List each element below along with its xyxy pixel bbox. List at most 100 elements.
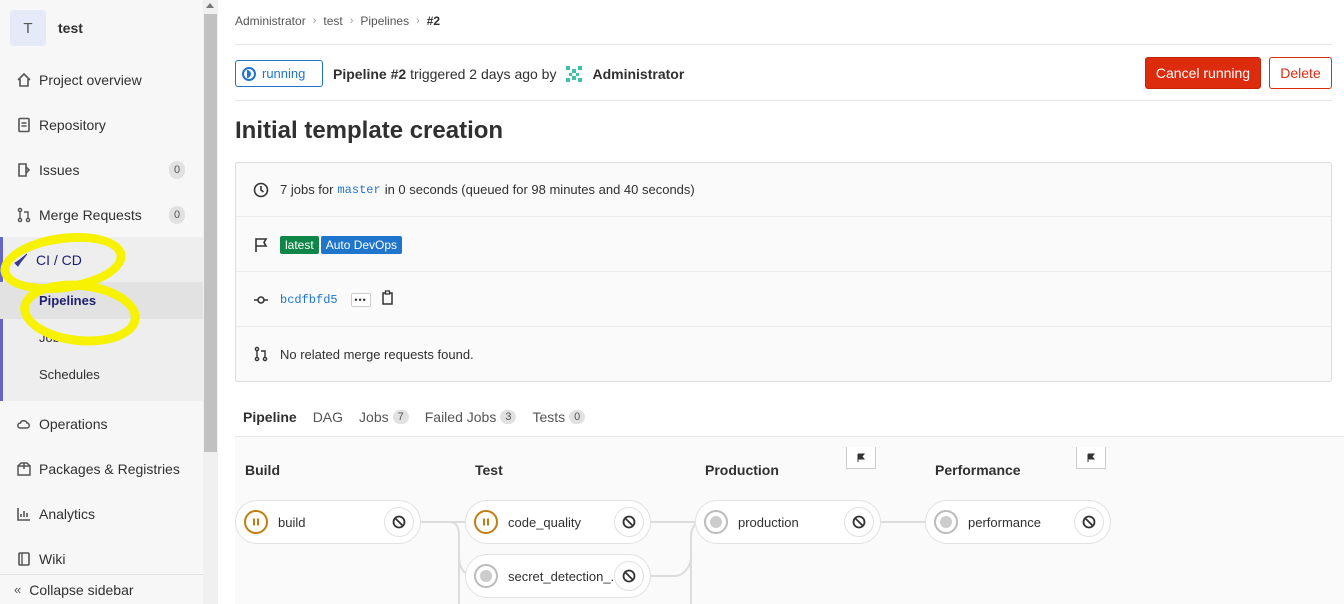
tab-tests[interactable]: Tests 0 xyxy=(524,396,593,437)
pipeline-tabs: Pipeline DAG Jobs 7 Failed Jobs 3 Tests 0 xyxy=(235,396,593,438)
sidebar-item-label: Operations xyxy=(39,416,108,432)
package-icon xyxy=(16,461,32,477)
tab-count: 7 xyxy=(392,409,409,424)
tab-label: Pipeline xyxy=(243,408,297,425)
sidebar-item-project-overview[interactable]: Project overview xyxy=(0,60,203,100)
chart-icon xyxy=(16,506,32,522)
sidebar-item-label: Packages & Registries xyxy=(39,461,180,477)
scrollbar-thumb[interactable] xyxy=(204,14,217,452)
cancel-icon[interactable] xyxy=(384,507,414,537)
collapse-sidebar-button[interactable]: « Collapse sidebar xyxy=(0,574,203,604)
cancel-running-button[interactable]: Cancel running xyxy=(1145,57,1261,89)
commit-sha-link[interactable]: bcdfbfd5 xyxy=(280,293,338,307)
double-chevron-left-icon: « xyxy=(14,582,22,597)
latest-badge: latest xyxy=(280,235,319,254)
job-name: secret_detection_... xyxy=(508,568,622,584)
book-icon xyxy=(16,551,32,567)
stage-title-test: Test xyxy=(475,462,503,478)
collapse-sidebar-label: Collapse sidebar xyxy=(29,581,134,598)
job-secret-detection[interactable]: secret_detection_... xyxy=(465,554,651,598)
issues-count-badge: 0 xyxy=(169,161,185,179)
sidebar-item-wiki[interactable]: Wiki xyxy=(0,539,203,579)
paused-status-icon xyxy=(244,510,268,534)
tab-dag[interactable]: DAG xyxy=(305,396,351,437)
sidebar-item-operations[interactable]: Operations xyxy=(0,404,203,444)
jobs-summary-row: 7 jobs for master in 0 seconds (queued f… xyxy=(236,163,1331,217)
branch-link[interactable]: master xyxy=(337,183,380,197)
chevron-right-icon: › xyxy=(416,15,420,27)
sidebar-item-merge-requests[interactable]: Merge Requests 0 xyxy=(0,195,203,235)
created-status-icon xyxy=(704,510,728,534)
tab-pipeline[interactable]: Pipeline xyxy=(235,396,305,438)
triggered-text: triggered 2 days ago by xyxy=(410,66,557,82)
breadcrumb-item[interactable]: test xyxy=(323,14,342,28)
user-avatar-icon[interactable] xyxy=(564,64,585,84)
running-status-icon xyxy=(242,66,256,81)
mr-text: No related merge requests found. xyxy=(280,346,474,362)
chevron-right-icon: › xyxy=(349,15,354,27)
created-status-icon xyxy=(934,510,958,534)
breadcrumb-current[interactable]: #2 xyxy=(427,14,440,28)
document-icon xyxy=(16,117,32,133)
copy-icon[interactable] xyxy=(381,290,395,309)
tab-count: 0 xyxy=(569,409,586,424)
commit-icon xyxy=(252,291,270,309)
sidebar-item-label: Project overview xyxy=(39,72,142,88)
cancel-icon[interactable] xyxy=(614,561,644,591)
sidebar: T test Project overview Repository Issue… xyxy=(0,0,218,604)
sidebar-item-issues[interactable]: Issues 0 xyxy=(0,150,203,190)
sidebar-item-label: Issues xyxy=(39,162,80,178)
sidebar-item-packages-registries[interactable]: Packages & Registries xyxy=(0,449,203,489)
sidebar-subitem-schedules[interactable]: Schedules xyxy=(0,356,203,393)
tab-jobs[interactable]: Jobs 7 xyxy=(351,396,417,437)
job-production[interactable]: production xyxy=(695,500,881,544)
status-badge[interactable]: running xyxy=(235,60,323,87)
job-build[interactable]: build xyxy=(235,500,421,544)
badges-row: latest Auto DevOps xyxy=(236,218,1331,272)
project-name: test xyxy=(58,20,83,36)
breadcrumb-item[interactable]: Pipelines xyxy=(360,14,409,28)
stage-title-production: Production xyxy=(705,462,779,478)
project-header[interactable]: T test xyxy=(10,10,83,46)
stage-title-performance: Performance xyxy=(935,462,1021,478)
chevron-right-icon: › xyxy=(312,15,317,27)
status-text: running xyxy=(262,66,306,81)
sidebar-item-label: Wiki xyxy=(39,551,66,567)
page-title: Initial template creation xyxy=(235,117,504,144)
scroll-up-arrow-icon[interactable] xyxy=(206,3,214,8)
delete-button[interactable]: Delete xyxy=(1269,57,1332,89)
job-code-quality[interactable]: code_quality xyxy=(465,500,651,544)
paused-status-icon xyxy=(474,510,498,534)
manual-action-icon[interactable] xyxy=(1076,447,1106,469)
divider xyxy=(235,44,1332,45)
job-performance[interactable]: performance xyxy=(925,500,1111,544)
breadcrumb-item[interactable]: Administrator xyxy=(235,14,306,28)
ellipsis-icon[interactable]: ••• xyxy=(350,292,371,307)
job-name: code_quality xyxy=(508,514,581,530)
stage-title-build: Build xyxy=(245,462,280,478)
auto-devops-badge[interactable]: Auto DevOps xyxy=(320,235,403,254)
tab-label: DAG xyxy=(312,408,344,425)
job-name: build xyxy=(278,514,306,530)
jobs-prefix: 7 jobs for xyxy=(280,182,334,197)
sidebar-item-label: Merge Requests xyxy=(39,207,142,223)
manual-action-icon[interactable] xyxy=(846,447,876,469)
main-content: Administrator › test › Pipelines › #2 ru… xyxy=(218,0,1344,604)
cancel-icon[interactable] xyxy=(844,507,874,537)
sidebar-item-analytics[interactable]: Analytics xyxy=(0,494,203,534)
job-name: production xyxy=(738,514,799,530)
user-link[interactable]: Administrator xyxy=(592,66,684,82)
cancel-icon[interactable] xyxy=(614,507,644,537)
tab-label: Tests xyxy=(532,408,566,425)
issues-icon xyxy=(16,162,32,178)
created-status-icon xyxy=(474,564,498,588)
sidebar-item-repository[interactable]: Repository xyxy=(0,105,203,145)
pipeline-id: Pipeline #2 xyxy=(333,66,407,82)
tab-label: Failed Jobs xyxy=(424,408,497,425)
sidebar-scrollbar[interactable] xyxy=(203,0,218,604)
project-avatar: T xyxy=(10,10,46,46)
merge-requests-count-badge: 0 xyxy=(169,206,185,224)
cancel-icon[interactable] xyxy=(1074,507,1104,537)
tab-failed-jobs[interactable]: Failed Jobs 3 xyxy=(417,396,525,437)
flag-icon xyxy=(252,236,270,254)
